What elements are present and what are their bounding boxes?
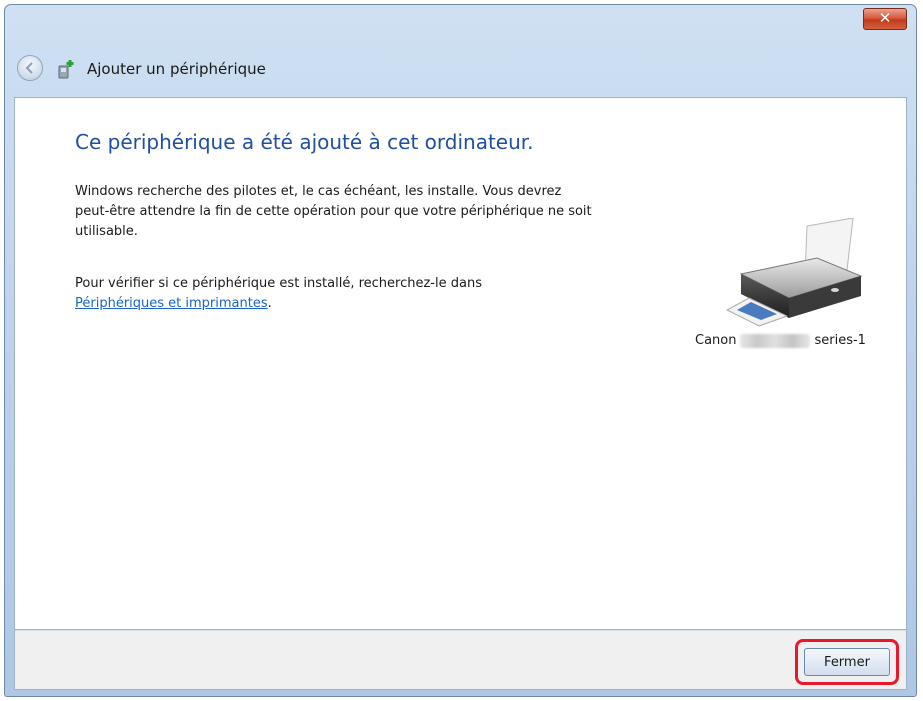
- back-arrow-icon: [25, 62, 33, 74]
- close-button[interactable]: Fermer: [804, 648, 890, 676]
- verification-paragraph: Pour vérifier si ce périphérique est ins…: [75, 274, 595, 314]
- period-text: .: [267, 296, 272, 311]
- wizard-footer: Fermer: [14, 630, 907, 690]
- wizard-title: Ajouter un périphérique: [87, 60, 266, 78]
- add-device-icon: [58, 60, 74, 79]
- back-button[interactable]: [17, 55, 43, 81]
- window-close-button[interactable]: ✕: [863, 8, 907, 30]
- page-title: Ce périphérique a été ajouté à cet ordin…: [75, 130, 534, 154]
- devices-printers-link[interactable]: Périphériques et imprimantes: [75, 296, 268, 311]
- printer-icon: [725, 218, 863, 327]
- wizard-header: Ajouter un périphérique: [5, 45, 916, 97]
- device-prefix: Canon: [695, 333, 737, 348]
- wizard-content: Ce périphérique a été ajouté à cet ordin…: [14, 97, 907, 630]
- device-suffix: series-1: [814, 333, 866, 348]
- verification-text: Pour vérifier si ce périphérique est ins…: [75, 276, 482, 291]
- device-name-label: Canon series-1: [695, 333, 895, 348]
- redacted-model: [740, 333, 811, 348]
- description-paragraph: Windows recherche des pilotes et, le cas…: [75, 184, 592, 239]
- add-device-wizard-window: ✕ Ajouter un périphérique Ce périphériqu…: [4, 4, 917, 697]
